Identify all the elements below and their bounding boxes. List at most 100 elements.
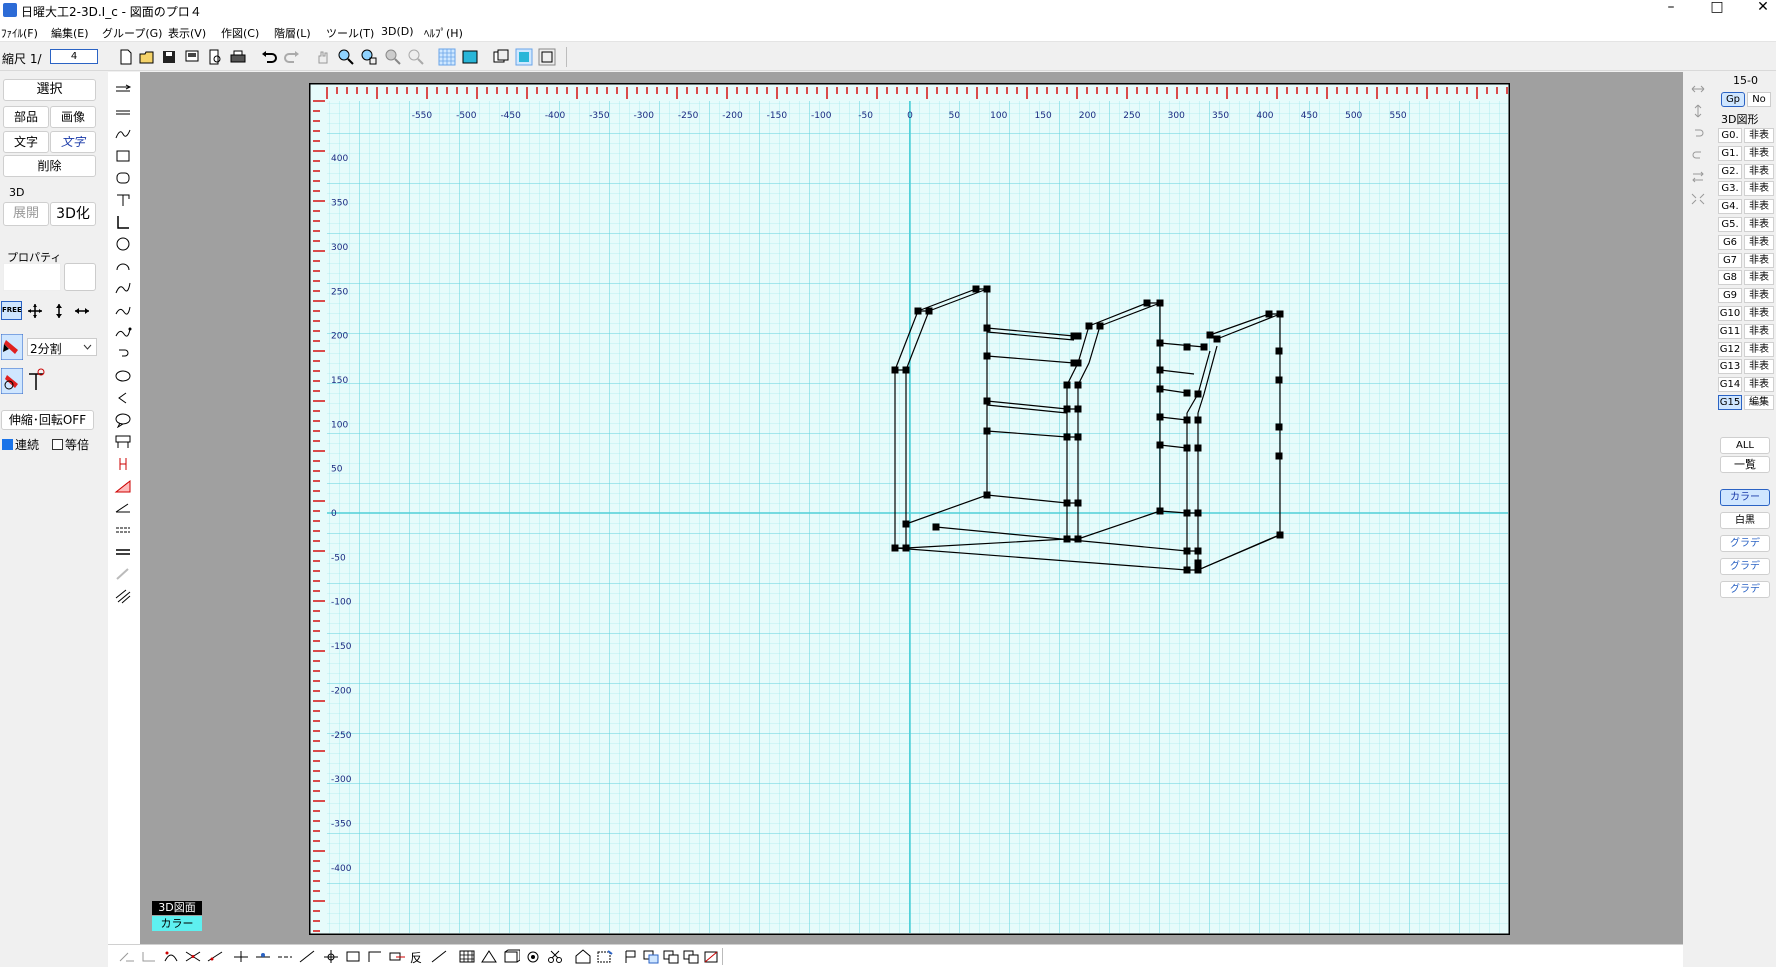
group-name[interactable]: G6 [1718,234,1742,250]
vertex-handle[interactable] [1183,343,1191,351]
vertex-handle[interactable] [1063,433,1071,441]
menu-view[interactable]: 表示(V) [168,25,206,41]
vertex-handle[interactable] [983,427,991,435]
print-preview-icon[interactable] [206,48,224,66]
save-as-icon[interactable] [183,48,201,66]
vertex-handle[interactable] [1085,322,1093,330]
group-name[interactable]: G2. [1718,163,1742,179]
redo-icon[interactable] [283,48,301,66]
scissors-icon[interactable] [546,949,564,964]
multi-line-icon[interactable] [114,82,132,98]
vertex-handle[interactable] [983,397,991,405]
corner-icon[interactable] [114,192,132,208]
menu-file[interactable]: ﾌｧｲﾙ(F) [1,25,38,41]
group-state[interactable]: 非表 [1744,323,1774,339]
angle-icon[interactable] [114,390,132,406]
maximize-button[interactable]: □ [1694,0,1740,22]
group-state[interactable]: 非表 [1744,145,1774,161]
vertex-handle[interactable] [1074,405,1082,413]
hook-icon[interactable] [114,346,132,362]
pen-snap-icon[interactable] [1,368,23,394]
zoom-window-icon[interactable] [360,48,378,66]
triangle-icon[interactable] [480,949,498,964]
dimension-icon[interactable] [114,456,132,472]
menu-help[interactable]: ﾍﾙﾌﾟ(H) [424,25,463,41]
group-select-icon[interactable] [538,48,556,66]
menu-3d[interactable]: 3D(D) [381,25,414,38]
vertex-handle[interactable] [1194,547,1202,555]
vertex-handle[interactable] [1275,347,1283,355]
divide-select[interactable]: 2分割 [27,338,97,356]
vertex-handle[interactable] [1275,452,1283,460]
group-name[interactable]: G0. [1718,128,1742,143]
vertex-handle[interactable] [925,307,933,315]
l-shape-icon[interactable] [114,214,132,230]
vertex-handle[interactable] [1183,547,1191,555]
vertex-handle[interactable] [983,491,991,499]
scale-input[interactable]: 4 [50,49,98,64]
swap-layer-icon[interactable] [682,949,700,964]
group-row[interactable]: G5. 非表 [1718,216,1774,233]
layer-icon[interactable] [492,48,510,66]
property-color-swatch[interactable] [64,263,96,291]
vertex-handle[interactable] [972,285,980,293]
snap-point-icon[interactable] [25,368,47,394]
vertex-handle[interactable] [1156,366,1164,374]
text-edit-button[interactable]: 文字 [50,131,96,153]
list-button[interactable]: 一覧 [1720,456,1770,473]
vertex-handle[interactable] [1156,413,1164,421]
property-field[interactable] [3,263,61,291]
group-name[interactable]: G12 [1718,341,1742,357]
group-state[interactable]: 非表 [1744,377,1774,393]
group-state[interactable]: 非表 [1744,252,1774,268]
gradient-1-button[interactable]: グラデ [1720,535,1770,552]
fit-expand-icon[interactable] [1690,192,1706,206]
grid-toggle-icon[interactable] [438,48,456,66]
reverse-icon[interactable]: 反 [410,949,428,965]
free-mode-button[interactable]: FREE [1,301,22,320]
vertex-handle[interactable] [983,352,991,360]
zoom-in-icon[interactable] [337,48,355,66]
group-row[interactable]: G9 非表 [1718,287,1774,304]
group-display-icon[interactable] [515,48,533,66]
all-button[interactable]: ALL [1720,437,1770,454]
to-3d-button[interactable]: 3D化 [50,202,96,226]
extend-icon[interactable] [430,949,448,964]
vertex-handle[interactable] [1063,535,1071,543]
vertex-handle[interactable] [1183,509,1191,517]
vertex-handle[interactable] [914,307,922,315]
stretch-rotate-toggle[interactable]: 伸縮･回転OFF [1,410,94,430]
gp-toggle[interactable]: Gp [1721,92,1745,107]
vertex-handle[interactable] [902,520,910,528]
delete-button[interactable]: 削除 [3,155,96,177]
flag-icon[interactable] [622,949,640,964]
grid-fill-icon[interactable] [458,949,476,964]
group-state[interactable]: 非表 [1744,306,1774,321]
minimize-button[interactable]: – [1648,0,1694,22]
group-row[interactable]: G10 非表 [1718,305,1774,322]
text-button[interactable]: 文字 [3,131,49,153]
trim-icon[interactable] [388,949,406,964]
gradient-2-button[interactable]: グラデ [1720,558,1770,575]
menu-layer[interactable]: 階層(L) [274,25,311,41]
group-name[interactable]: G4. [1718,199,1742,215]
double-line-icon[interactable] [114,544,132,560]
group-row[interactable]: G13 非表 [1718,358,1774,375]
rectangle-icon[interactable] [114,148,132,164]
house-icon[interactable] [574,949,592,964]
pan-hand-icon[interactable] [314,48,332,66]
group-name[interactable]: G8 [1718,270,1742,286]
vertex-handle[interactable] [1275,423,1283,431]
snap-corner-icon[interactable] [140,949,158,964]
group-row[interactable]: G1. 非表 [1718,145,1774,162]
group-state[interactable]: 非表 [1744,163,1774,179]
vertex-handle[interactable] [1276,531,1284,539]
vertex-handle[interactable] [1200,343,1208,351]
group-state[interactable]: 非表 [1744,288,1774,304]
rotate-right-icon[interactable] [1690,148,1706,162]
vertex-handle[interactable] [1074,433,1082,441]
corner-join-icon[interactable] [366,949,384,964]
ellipse-icon[interactable] [114,368,132,384]
expand-button[interactable]: 展開 [3,202,49,226]
vertex-handle[interactable] [932,523,940,531]
